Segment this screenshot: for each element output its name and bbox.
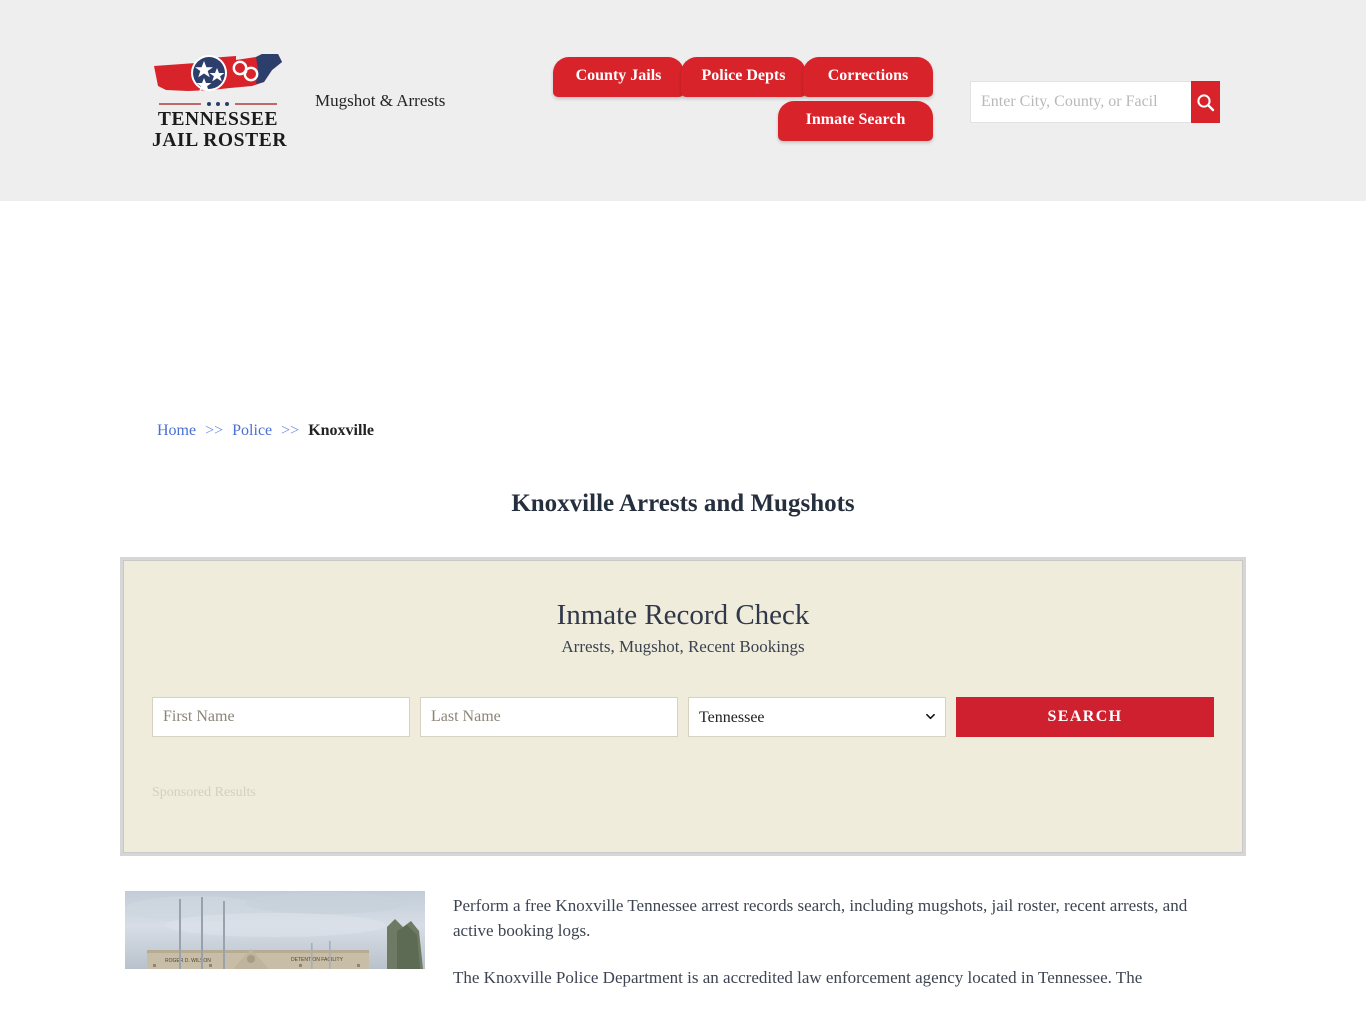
tennessee-state-handcuffs-logo-icon <box>154 54 282 92</box>
site-logo[interactable]: TENNESSEE JAIL ROSTER <box>152 52 288 151</box>
panel-title: Inmate Record Check <box>556 599 810 631</box>
detention-facility-photo: ROGER D. WILSON DETENTION FACILITY <box>125 891 425 969</box>
header-search-input[interactable] <box>970 81 1191 123</box>
first-name-input[interactable] <box>152 697 410 737</box>
svg-text:ROGER D. WILSON: ROGER D. WILSON <box>165 958 211 964</box>
state-select[interactable]: Tennessee <box>688 697 946 737</box>
nav-item-inmate-search[interactable]: Inmate Search <box>778 101 933 141</box>
primary-nav: County Jails Police Depts Corrections In… <box>553 57 933 147</box>
breadcrumb: Home >> Police >> Knoxville <box>157 422 374 440</box>
last-name-input[interactable] <box>420 697 678 737</box>
site-header: TENNESSEE JAIL ROSTER Mugshot & Arrests … <box>0 0 1366 201</box>
breadcrumb-current: Knoxville <box>308 422 374 439</box>
breadcrumb-separator-2: >> <box>281 422 300 439</box>
logo-divider-icon <box>159 102 277 106</box>
inmate-search-form: Tennessee SEARCH <box>152 697 1216 737</box>
nav-item-county-jails[interactable]: County Jails <box>553 57 684 97</box>
state-select-wrapper: Tennessee <box>688 697 946 737</box>
inmate-record-check-panel: Inmate Record Check Arrests, Mugshot, Re… <box>120 557 1246 856</box>
inmate-search-submit-button[interactable]: SEARCH <box>956 697 1214 737</box>
header-search-button[interactable] <box>1191 81 1220 123</box>
nav-item-police-depts[interactable]: Police Depts <box>681 57 806 97</box>
panel-subtitle: Arrests, Mugshot, Recent Bookings <box>561 637 805 656</box>
article-paragraph-1: Perform a free Knoxville Tennessee arres… <box>453 896 1188 940</box>
search-icon <box>1197 93 1215 111</box>
header-search <box>970 81 1220 123</box>
breadcrumb-link-home[interactable]: Home <box>157 422 196 439</box>
svg-text:DETENTION FACILITY: DETENTION FACILITY <box>291 957 344 963</box>
sponsored-results-label: Sponsored Results <box>152 785 256 800</box>
header-inner: TENNESSEE JAIL ROSTER Mugshot & Arrests … <box>0 0 1366 201</box>
breadcrumb-separator-1: >> <box>205 422 224 439</box>
article-body: Perform a free Knoxville Tennessee arres… <box>453 893 1193 1012</box>
nav-item-corrections[interactable]: Corrections <box>803 57 933 97</box>
page-title: Knoxville Arrests and Mugshots <box>511 489 855 517</box>
article-paragraph-2: The Knoxville Police Department is an ac… <box>453 968 1143 987</box>
facility-photo-image: ROGER D. WILSON DETENTION FACILITY <box>125 891 425 969</box>
logo-text-line1: TENNESSEE <box>157 109 279 130</box>
breadcrumb-link-police[interactable]: Police <box>232 422 272 439</box>
site-tagline: Mugshot & Arrests <box>315 91 446 110</box>
logo-text-line2: JAIL ROSTER <box>152 130 288 151</box>
